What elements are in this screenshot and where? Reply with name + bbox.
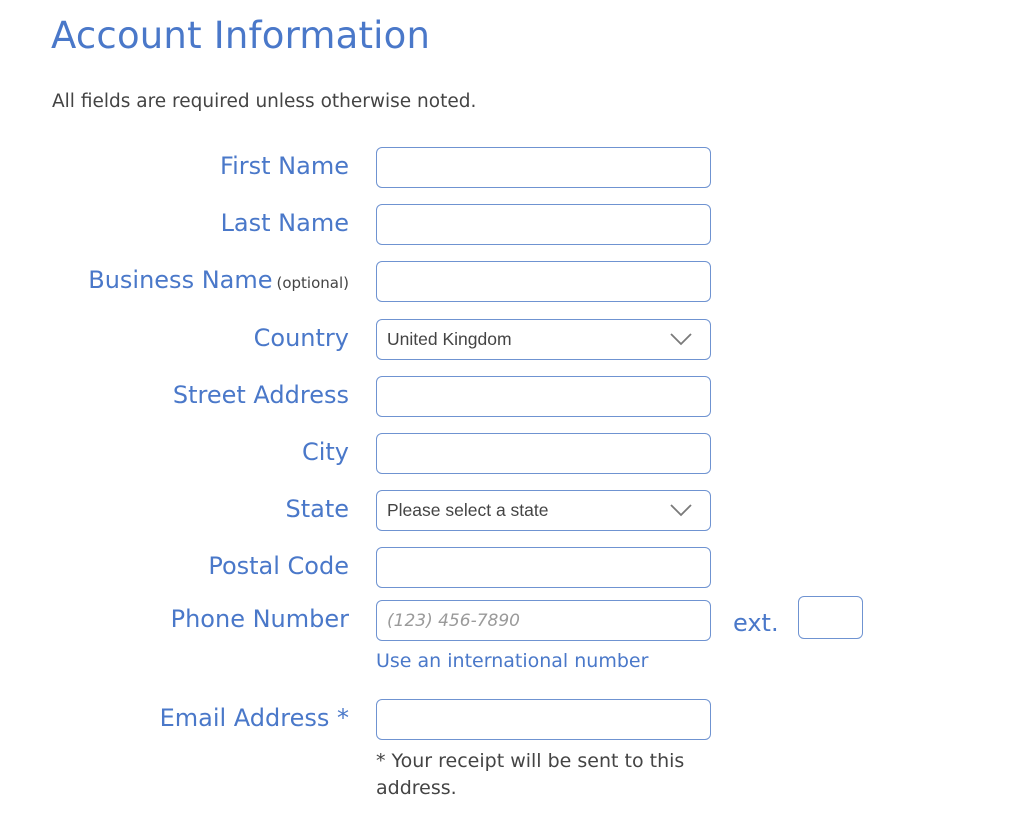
postal-code-input[interactable]	[377, 548, 710, 587]
street-address-label: Street Address	[172, 381, 349, 409]
country-select[interactable]: United Kingdom	[376, 319, 711, 360]
business-name-row: Business Name (optional)	[0, 261, 1024, 303]
state-row: State Please select a state	[0, 490, 1024, 532]
optional-note: (optional)	[276, 274, 350, 292]
phone-label: Phone Number	[170, 605, 349, 633]
city-label: City	[301, 438, 349, 466]
international-number-link[interactable]: Use an international number	[376, 650, 648, 672]
city-field-box	[376, 433, 711, 474]
phone-ext-input[interactable]	[799, 597, 866, 640]
email-input[interactable]	[377, 700, 710, 739]
postal-code-field-box	[376, 547, 711, 588]
city-input[interactable]	[377, 434, 710, 473]
street-address-input[interactable]	[377, 377, 710, 416]
page-title: Account Information	[51, 14, 431, 57]
street-address-field-box	[376, 376, 711, 417]
phone-input[interactable]	[377, 601, 710, 640]
ext-label: ext.	[733, 609, 779, 637]
receipt-note: * Your receipt will be sent to this addr…	[376, 750, 685, 799]
last-name-row: Last Name	[0, 204, 1024, 246]
country-label: Country	[253, 324, 349, 352]
business-name-label-text: Business Name	[88, 266, 273, 294]
ext-field-box	[798, 596, 866, 640]
email-field-box	[376, 699, 711, 740]
first-name-label: First Name	[220, 152, 349, 180]
email-label: Email Address *	[159, 704, 349, 732]
business-name-input[interactable]	[377, 262, 710, 301]
last-name-label: Last Name	[220, 209, 349, 237]
phone-field-box	[376, 600, 711, 641]
country-selected-value: United Kingdom	[387, 329, 512, 349]
chevron-down-icon	[670, 504, 692, 517]
state-label: State	[285, 495, 349, 523]
first-name-input[interactable]	[377, 148, 710, 187]
state-select[interactable]: Please select a state	[376, 490, 711, 531]
state-selected-value: Please select a state	[387, 500, 549, 520]
email-row: Email Address *	[0, 699, 1024, 741]
postal-code-row: Postal Code	[0, 547, 1024, 589]
phone-row: Phone Number ext.	[0, 596, 1024, 642]
first-name-field-box	[376, 147, 711, 188]
last-name-input[interactable]	[377, 205, 710, 244]
country-row: Country United Kingdom	[0, 319, 1024, 361]
postal-code-label: Postal Code	[208, 552, 349, 580]
chevron-down-icon	[670, 333, 692, 346]
business-name-label: Business Name (optional)	[88, 261, 349, 303]
city-row: City	[0, 433, 1024, 475]
first-name-row: First Name	[0, 147, 1024, 189]
street-address-row: Street Address	[0, 376, 1024, 418]
required-fields-note: All fields are required unless otherwise…	[52, 91, 477, 112]
last-name-field-box	[376, 204, 711, 245]
business-name-field-box	[376, 261, 711, 302]
